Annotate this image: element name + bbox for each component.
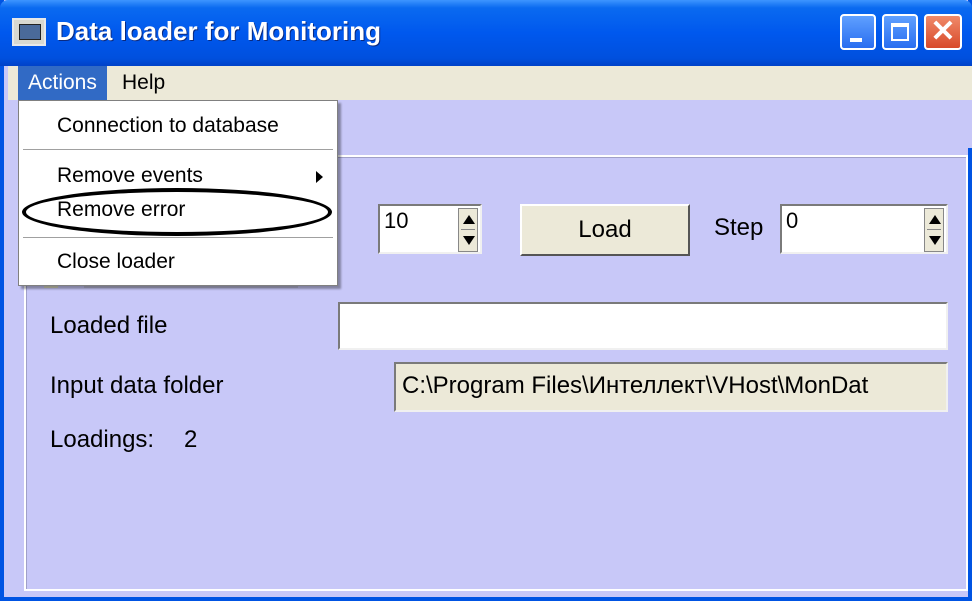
loaded-file-field[interactable] [338, 302, 948, 350]
input-folder-label: Input data folder [50, 372, 224, 399]
loadings-label: Loadings: [50, 426, 155, 453]
menu-separator [23, 149, 333, 151]
input-folder-field[interactable]: C:\Program Files\Интеллект\VHost\MonDat [394, 362, 948, 412]
menu-item-remove-events[interactable]: Remove events [19, 159, 337, 193]
minimize-button[interactable] [840, 14, 876, 50]
menu-item-label: Remove error [57, 198, 186, 221]
main-window: Data loader for Monitoring ✕ Actions Hel… [0, 0, 972, 601]
maximize-icon [891, 23, 909, 41]
submenu-arrow-icon [316, 171, 323, 183]
spin-divider [461, 229, 475, 230]
loaded-file-label: Loaded file [50, 312, 168, 339]
title-bar[interactable]: Data loader for Monitoring ✕ [0, 0, 972, 66]
spin-up-icon[interactable] [463, 215, 475, 224]
spin-divider [927, 229, 941, 230]
step-spinner-arrows[interactable] [924, 208, 944, 252]
spin-up-icon[interactable] [929, 215, 941, 224]
window-title: Data loader for Monitoring [56, 16, 381, 46]
menu-item-label: Connection to database [57, 114, 279, 137]
menu-actions[interactable]: Actions [18, 66, 107, 100]
menu-bar: Actions Help [8, 66, 972, 100]
count-value: 10 [384, 208, 409, 233]
count-spinner[interactable]: 10 [378, 204, 482, 254]
step-value: 0 [786, 208, 799, 233]
step-label: Step [714, 214, 764, 241]
count-spinner-arrows[interactable] [458, 208, 478, 252]
menu-item-connection-to-database[interactable]: Connection to database [19, 109, 337, 143]
maximize-button[interactable] [882, 14, 918, 50]
monitor-app-icon[interactable] [12, 18, 46, 46]
spin-down-icon[interactable] [463, 236, 475, 245]
menu-item-label: Remove events [57, 164, 203, 187]
minimize-icon [850, 38, 862, 42]
menu-separator [23, 237, 333, 239]
menu-item-remove-error[interactable]: Remove error [19, 193, 337, 227]
spin-down-icon[interactable] [929, 236, 941, 245]
close-button[interactable]: ✕ [924, 14, 962, 50]
step-spinner[interactable]: 0 [780, 204, 948, 254]
actions-dropdown-menu: Connection to database Remove events Rem… [18, 100, 338, 286]
menu-item-close-loader[interactable]: Close loader [19, 245, 337, 279]
close-icon: ✕ [930, 15, 956, 48]
load-button[interactable]: Load [520, 204, 690, 256]
loadings-count: 2 [184, 426, 198, 453]
menu-help[interactable]: Help [112, 66, 175, 100]
menu-item-label: Close loader [57, 250, 175, 273]
